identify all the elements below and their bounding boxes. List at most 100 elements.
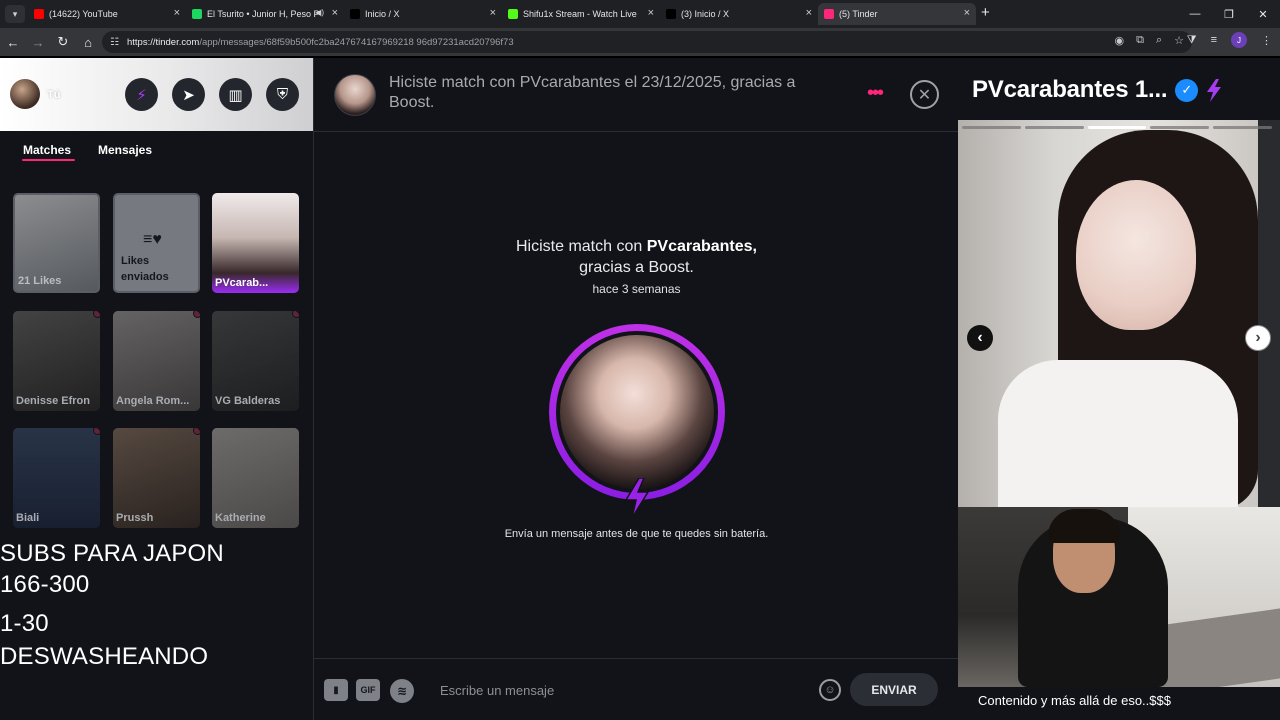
- minimize-icon[interactable]: —: [1178, 0, 1212, 28]
- profile-name: PVcarabantes 1...: [972, 76, 1168, 103]
- match-card[interactable]: Biali: [13, 428, 100, 528]
- extensions-icon[interactable]: ⧩: [1187, 34, 1197, 47]
- match-avatar[interactable]: [334, 74, 376, 116]
- chat-panel: Hiciste match con PVcarabantes el 23/12/…: [313, 58, 959, 720]
- url-text[interactable]: https://tinder.com/app/messages/68f59b50…: [127, 37, 514, 48]
- browser-tab[interactable]: (14622) YouTube ×: [28, 3, 186, 25]
- sidebar-header: Tú ⚡ ➤ ▥ ⛨: [0, 58, 313, 131]
- match-card-pvcarabantes[interactable]: PVcarab...: [212, 193, 299, 293]
- photo-progress-segment[interactable]: [1024, 126, 1084, 129]
- likes-sent-label: Likes enviados: [121, 255, 169, 283]
- cam-hair: [1048, 509, 1120, 543]
- browser-tab[interactable]: El Tsurito • Junior H, Peso P × ◀): [186, 3, 344, 25]
- shield-icon[interactable]: ⛨: [266, 78, 299, 111]
- emoji-icon[interactable]: ☺: [819, 679, 841, 701]
- match-time-ago: hace 3 semanas: [592, 282, 681, 296]
- window-close-icon[interactable]: ✕: [1246, 0, 1280, 28]
- window-controls: — ❐ ✕: [1178, 0, 1280, 28]
- browser-tab[interactable]: (3) Inicio / X ×: [660, 3, 818, 25]
- tab-close-icon[interactable]: ×: [964, 7, 970, 19]
- send-button[interactable]: ENVIAR: [850, 673, 938, 706]
- sidebar-tabs: Matches Mensajes: [0, 131, 313, 165]
- next-photo-icon[interactable]: ›: [1245, 325, 1271, 351]
- url-host: https://tinder.com: [126, 36, 200, 48]
- match-card[interactable]: VG Balderas: [212, 311, 299, 411]
- tab-search-button[interactable]: ▾: [5, 5, 25, 23]
- tab-close-icon[interactable]: ×: [490, 7, 496, 19]
- spotify-icon: [192, 9, 202, 19]
- message-composer: ▮ GIF ≋ ☺ ENVIAR: [314, 658, 959, 720]
- match-card[interactable]: Katherine: [212, 428, 299, 528]
- site-info-icon[interactable]: ☷: [110, 37, 119, 48]
- explore-icon[interactable]: ➤: [172, 78, 205, 111]
- previous-photo-icon[interactable]: ‹: [967, 325, 993, 351]
- boost-match-photo[interactable]: [549, 324, 725, 500]
- zoom-icon[interactable]: ⌕: [1156, 34, 1162, 47]
- browser-tab[interactable]: Shifu1x Stream - Watch Live on ×: [502, 3, 660, 25]
- likes-sent-icon: ≡♥: [143, 231, 162, 248]
- kick-icon: [508, 9, 518, 19]
- spotify-icon[interactable]: ≋: [390, 679, 414, 703]
- forward-icon[interactable]: →: [26, 30, 50, 54]
- tab-close-icon[interactable]: ×: [648, 7, 654, 19]
- match-prefix: Hiciste match con: [516, 238, 647, 255]
- tab-close-icon[interactable]: ×: [806, 7, 812, 19]
- browser-tab[interactable]: (5) Tinder ×: [818, 3, 976, 25]
- chat-header-title: Hiciste match con PVcarabantes el 23/12/…: [389, 74, 796, 111]
- install-app-icon[interactable]: ⧉: [1136, 34, 1144, 47]
- media-controls-icon[interactable]: ≡: [1211, 34, 1217, 46]
- back-icon[interactable]: ←: [1, 30, 25, 54]
- photo-progress-segment[interactable]: [1087, 126, 1147, 129]
- overlay-line-subs: SUBS PARA JAPON: [0, 540, 224, 567]
- browser-menu-icon[interactable]: ⋮: [1261, 34, 1272, 47]
- gif-button[interactable]: GIF: [356, 679, 380, 701]
- tab-audio-icon[interactable]: ◀): [315, 8, 324, 17]
- profile-header: PVcarabantes 1... ✓: [972, 76, 1222, 104]
- restore-icon[interactable]: ❐: [1212, 0, 1246, 28]
- tab-list: (14622) YouTube × El Tsurito • Junior H, P…: [28, 3, 976, 25]
- contact-card-icon[interactable]: ▮: [324, 679, 348, 701]
- match-name: PVcarab...: [215, 277, 269, 289]
- tab-close-icon[interactable]: ×: [332, 7, 338, 19]
- reload-icon[interactable]: ↻: [51, 30, 75, 54]
- message-input[interactable]: [440, 679, 800, 701]
- photo-progress-segment[interactable]: [1150, 126, 1210, 129]
- browser-tab[interactable]: Inicio / X ×: [344, 3, 502, 25]
- match-name: Biali: [16, 512, 40, 524]
- my-avatar[interactable]: [10, 79, 40, 109]
- boost-bolt-icon: [624, 478, 650, 518]
- location-icon[interactable]: ◉: [1114, 34, 1124, 47]
- close-chat-icon[interactable]: ✕: [910, 80, 939, 109]
- battery-hint: Envía un mensaje antes de que te quedes …: [504, 528, 769, 540]
- bookmark-star-icon[interactable]: ☆: [1174, 34, 1184, 47]
- match-card[interactable]: Angela Rom...: [113, 311, 200, 411]
- match-name: Prussh: [116, 512, 154, 524]
- tab-messages[interactable]: Mensajes: [98, 143, 152, 157]
- profile-avatar[interactable]: J: [1231, 32, 1247, 48]
- tab-close-icon[interactable]: ×: [174, 7, 180, 19]
- browser-tab-title: El Tsurito • Junior H, Peso P: [207, 9, 320, 19]
- more-options-icon[interactable]: •••: [867, 82, 884, 105]
- photo-edge: [1258, 120, 1280, 507]
- address-bar-actions: ◉ ⧉ ⌕ ☆: [1114, 34, 1184, 47]
- tinder-sidebar: Tú ⚡ ➤ ▥ ⛨ Matches Mensajes 21 Likes ≡♥ …: [0, 58, 313, 720]
- x-icon: [350, 9, 360, 19]
- profile-photo[interactable]: ‹ ›: [958, 120, 1280, 507]
- address-bar[interactable]: ☷ https://tinder.com/app/messages/68f59b…: [102, 31, 1192, 53]
- my-profile-label[interactable]: Tú: [47, 89, 60, 101]
- match-card[interactable]: Prussh: [113, 428, 200, 528]
- new-tab-button[interactable]: +: [981, 4, 990, 21]
- briefcase-icon[interactable]: ▥: [219, 78, 252, 111]
- match-card[interactable]: Denisse Efron: [13, 311, 100, 411]
- webcam-overlay: [958, 507, 1280, 687]
- browser-tab-title: (5) Tinder: [839, 9, 878, 19]
- likes-sent-card[interactable]: ≡♥ Likes enviados: [113, 193, 200, 293]
- photo-progress-segment[interactable]: [962, 126, 1021, 129]
- photo-progress-segment[interactable]: [1213, 126, 1272, 129]
- tab-matches[interactable]: Matches: [23, 143, 71, 157]
- boost-icon[interactable]: ⚡: [125, 78, 158, 111]
- active-tab-indicator: [22, 159, 75, 161]
- home-icon[interactable]: ⌂: [76, 30, 100, 54]
- likes-card[interactable]: 21 Likes: [13, 193, 100, 293]
- match-name: Angela Rom...: [116, 395, 190, 407]
